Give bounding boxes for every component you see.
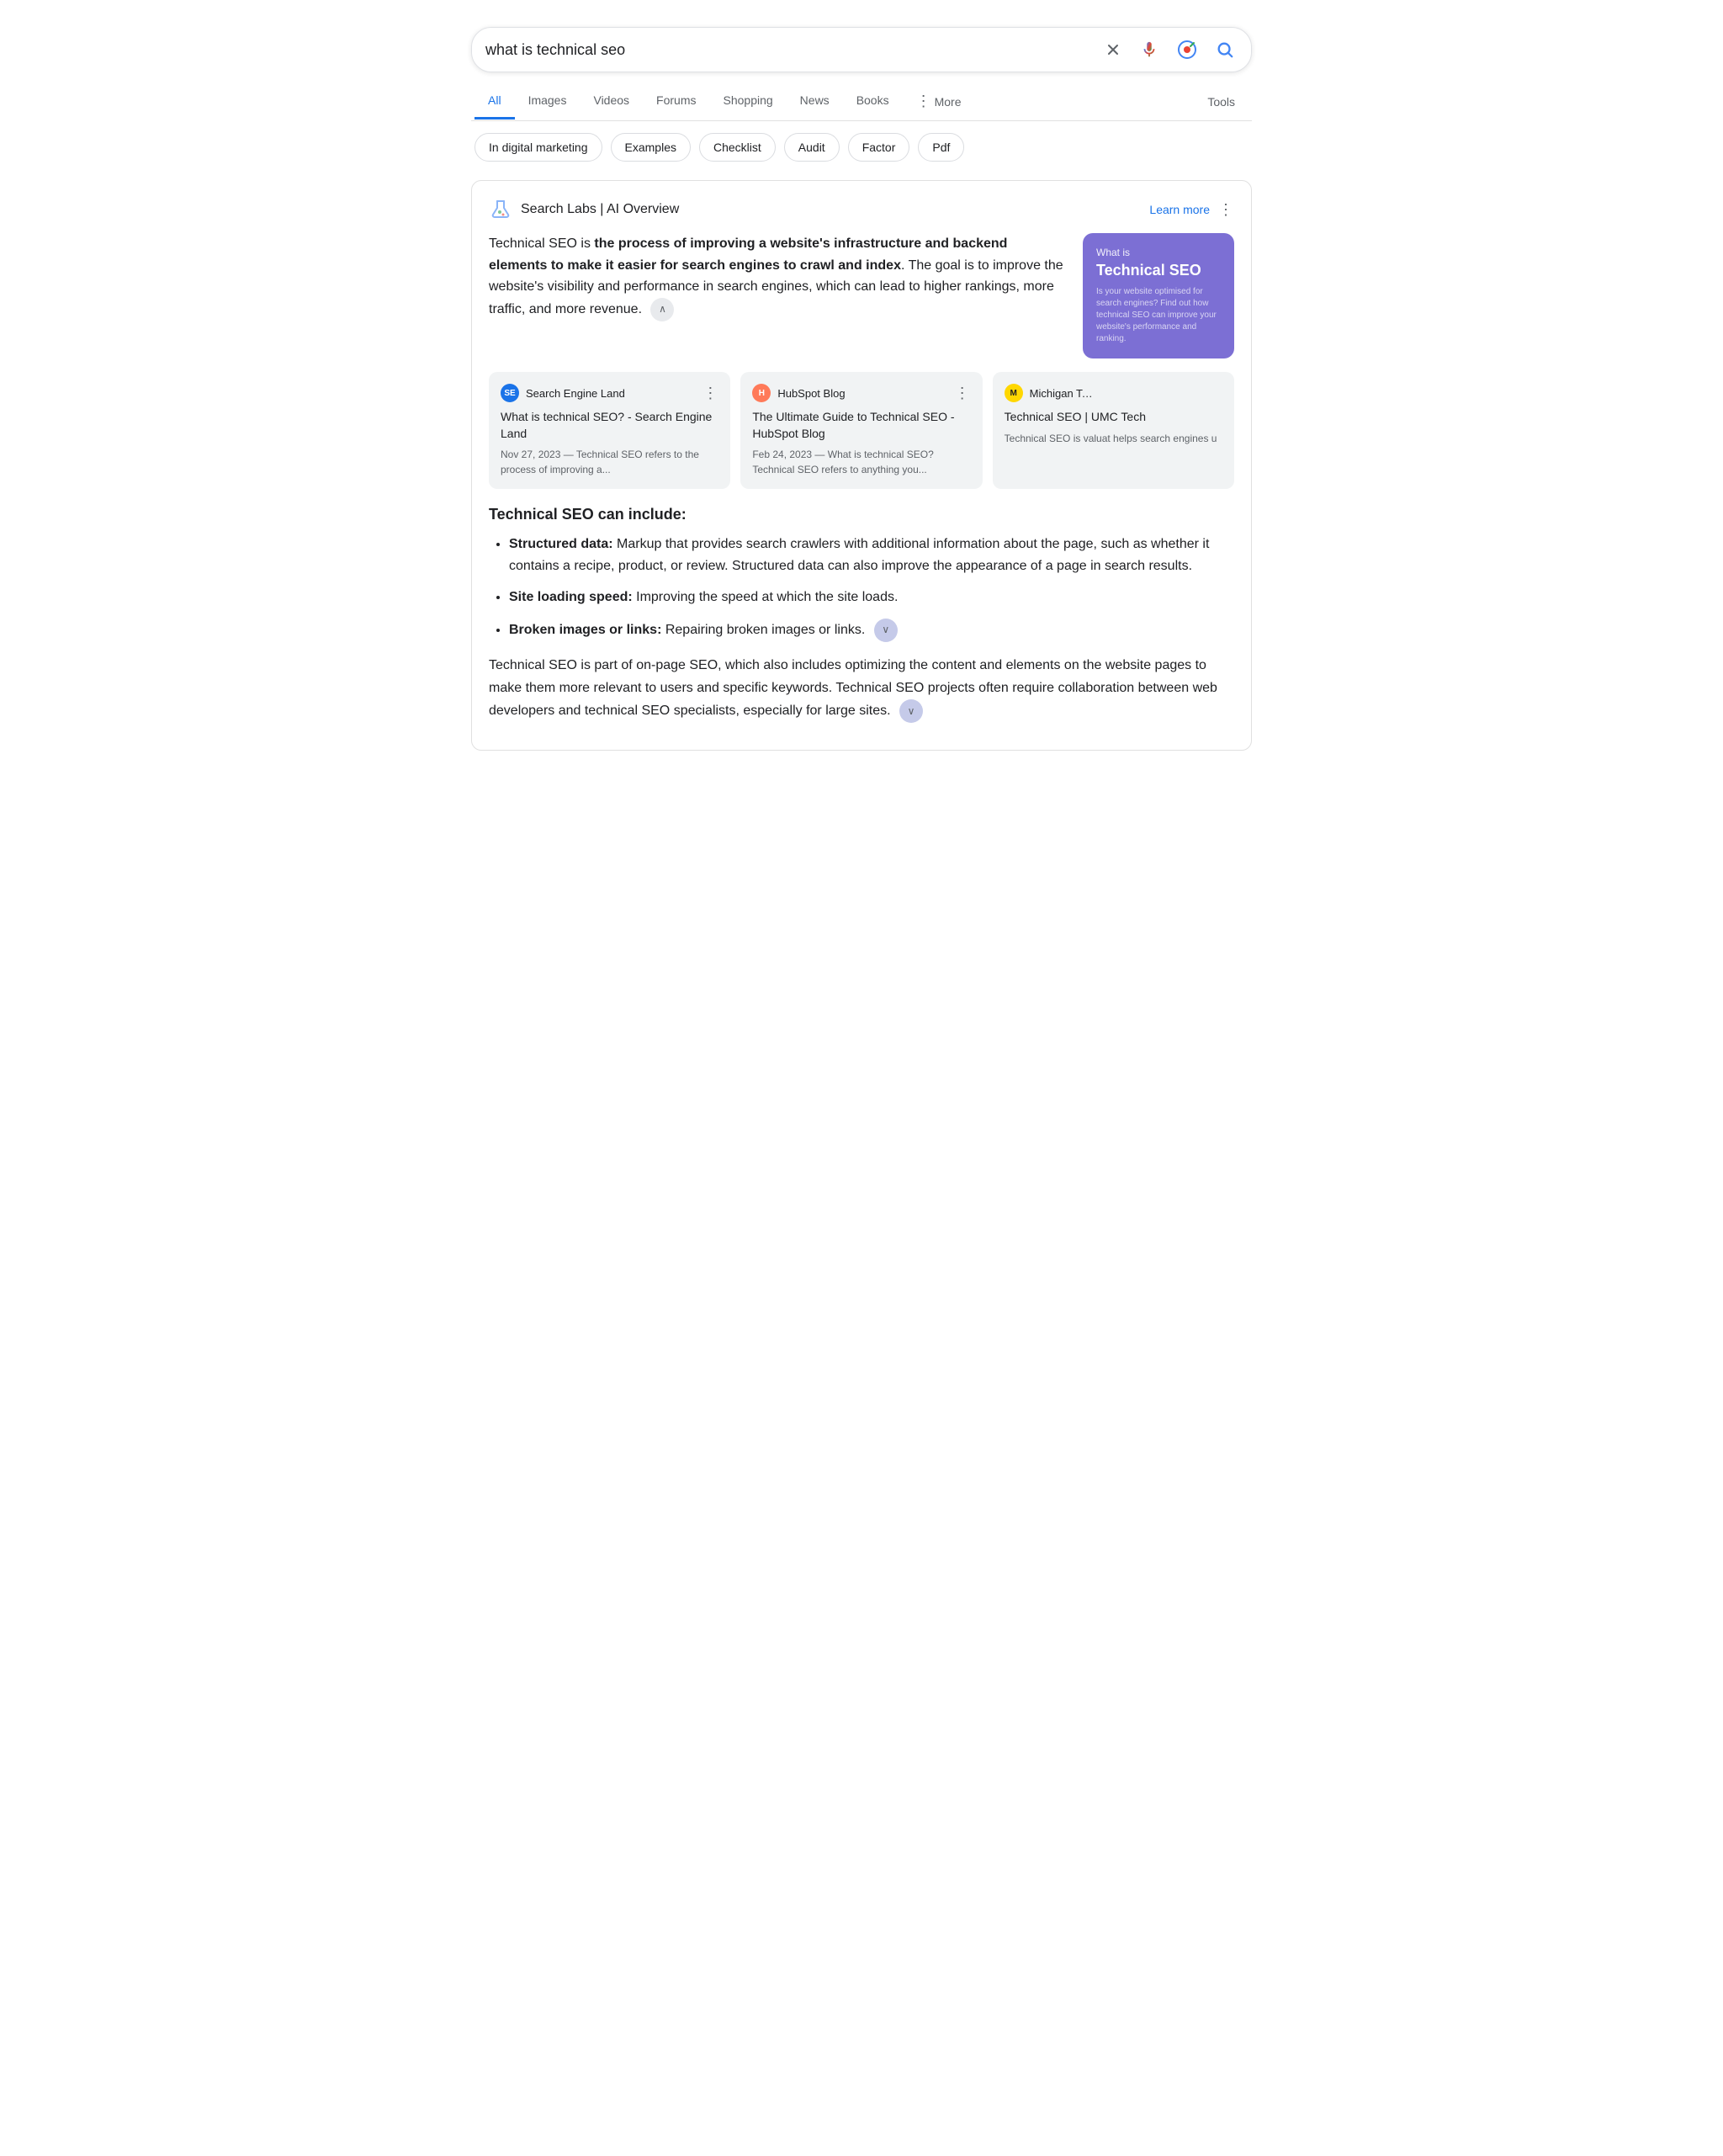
ai-overview-content: Technical SEO is the process of improvin… bbox=[489, 233, 1234, 358]
source-2-meta: Feb 24, 2023 — What is technical SEO? Te… bbox=[752, 447, 970, 477]
tab-videos[interactable]: Videos bbox=[580, 83, 643, 119]
source-card-2-site: H HubSpot Blog bbox=[752, 384, 845, 402]
source-3-name: Michigan Technolo bbox=[1030, 387, 1097, 400]
search-bar bbox=[471, 27, 1252, 72]
more-dots-icon: ⋮ bbox=[916, 93, 931, 110]
chip-factor[interactable]: Factor bbox=[848, 133, 910, 162]
tab-shopping[interactable]: Shopping bbox=[710, 83, 787, 119]
search-input[interactable] bbox=[485, 41, 1093, 59]
ai-more-options-icon[interactable]: ⋮ bbox=[1218, 201, 1234, 219]
source-3-title: Technical SEO | UMC Tech bbox=[1005, 409, 1222, 426]
source-card-2-header: H HubSpot Blog ⋮ bbox=[752, 384, 970, 402]
tab-images[interactable]: Images bbox=[515, 83, 581, 119]
bullet-1-text: Markup that provides search crawlers wit… bbox=[509, 537, 1209, 573]
tab-more[interactable]: ⋮ More bbox=[903, 82, 975, 120]
tools-button[interactable]: Tools bbox=[1194, 85, 1249, 119]
bottom-para-text: Technical SEO is part of on-page SEO, wh… bbox=[489, 658, 1217, 719]
ai-overview-text: Technical SEO is the process of improvin… bbox=[489, 233, 1069, 321]
bullet-3-key: Broken images or links: bbox=[509, 623, 661, 637]
bullet-2-key: Site loading speed: bbox=[509, 590, 633, 604]
search-labs-icon bbox=[489, 198, 512, 221]
search-icons bbox=[1101, 36, 1238, 63]
source-card-1[interactable]: SE Search Engine Land ⋮ What is technica… bbox=[489, 372, 730, 489]
source-2-favicon: H bbox=[752, 384, 771, 402]
clear-button[interactable] bbox=[1101, 38, 1125, 61]
source-3-favicon: M bbox=[1005, 384, 1023, 402]
bullet-item-3: Broken images or links: Repairing broken… bbox=[509, 619, 1234, 642]
source-card-3[interactable]: M Michigan Technolo Technical SEO | UMC … bbox=[993, 372, 1234, 489]
source-1-more-icon[interactable]: ⋮ bbox=[702, 385, 718, 402]
ai-header-left: Search Labs | AI Overview bbox=[489, 198, 679, 221]
learn-more-link[interactable]: Learn more bbox=[1149, 203, 1210, 216]
bullet-1-key: Structured data: bbox=[509, 537, 613, 551]
source-1-title: What is technical SEO? - Search Engine L… bbox=[501, 409, 718, 442]
source-card-3-site: M Michigan Technolo bbox=[1005, 384, 1097, 402]
card-title-small: What is bbox=[1096, 247, 1221, 258]
bullet-expand-button[interactable]: ∨ bbox=[874, 619, 898, 642]
source-card-1-header: SE Search Engine Land ⋮ bbox=[501, 384, 718, 402]
tab-news[interactable]: News bbox=[787, 83, 843, 119]
microphone-icon bbox=[1140, 40, 1158, 59]
search-button[interactable] bbox=[1212, 37, 1238, 62]
lens-icon bbox=[1177, 40, 1197, 60]
source-1-date: Nov 27, 2023 bbox=[501, 449, 560, 460]
filter-chips: In digital marketing Examples Checklist … bbox=[471, 121, 1252, 173]
chip-digital-marketing[interactable]: In digital marketing bbox=[474, 133, 602, 162]
bottom-expand-button[interactable]: ∨ bbox=[899, 699, 923, 723]
ai-image-card[interactable]: What is Technical SEO Is your website op… bbox=[1083, 233, 1234, 358]
bullet-item-2: Site loading speed: Improving the speed … bbox=[509, 587, 1234, 608]
ai-overview-title: Search Labs | AI Overview bbox=[521, 202, 679, 217]
source-1-favicon: SE bbox=[501, 384, 519, 402]
x-icon bbox=[1105, 41, 1121, 58]
card-title-big: Technical SEO bbox=[1096, 262, 1221, 279]
tab-forums[interactable]: Forums bbox=[643, 83, 709, 119]
source-cards: SE Search Engine Land ⋮ What is technica… bbox=[489, 372, 1234, 489]
search-icon bbox=[1216, 40, 1234, 59]
bullets-section-heading: Technical SEO can include: bbox=[489, 506, 1234, 523]
ai-overview-section: Search Labs | AI Overview Learn more ⋮ T… bbox=[471, 180, 1252, 751]
bullet-list: Structured data: Markup that provides se… bbox=[489, 534, 1234, 642]
source-1-name: Search Engine Land bbox=[526, 387, 625, 400]
chip-examples[interactable]: Examples bbox=[611, 133, 691, 162]
bottom-paragraph: Technical SEO is part of on-page SEO, wh… bbox=[489, 654, 1234, 723]
card-desc: Is your website optimised for search eng… bbox=[1096, 286, 1221, 345]
chip-pdf[interactable]: Pdf bbox=[918, 133, 964, 162]
source-1-meta: Nov 27, 2023 — Technical SEO refers to t… bbox=[501, 447, 718, 477]
bullet-item-1: Structured data: Markup that provides se… bbox=[509, 534, 1234, 576]
source-card-2[interactable]: H HubSpot Blog ⋮ The Ultimate Guide to T… bbox=[740, 372, 982, 489]
nav-tabs: All Images Videos Forums Shopping News B… bbox=[471, 82, 1252, 121]
source-3-meta: Technical SEO is valuat helps search eng… bbox=[1005, 431, 1222, 446]
source-2-more-icon[interactable]: ⋮ bbox=[955, 385, 971, 402]
source-2-title: The Ultimate Guide to Technical SEO - Hu… bbox=[752, 409, 970, 442]
source-2-date: Feb 24, 2023 bbox=[752, 449, 812, 460]
collapse-button[interactable]: ∧ bbox=[650, 298, 674, 321]
ai-text-part1: Technical SEO is bbox=[489, 236, 594, 251]
ai-overview-header: Search Labs | AI Overview Learn more ⋮ bbox=[489, 198, 1234, 221]
bullet-3-text: Repairing broken images or links. bbox=[661, 623, 865, 637]
chip-checklist[interactable]: Checklist bbox=[699, 133, 776, 162]
source-card-1-site: SE Search Engine Land bbox=[501, 384, 625, 402]
more-label: More bbox=[935, 95, 962, 109]
voice-search-button[interactable] bbox=[1137, 37, 1162, 62]
chip-audit[interactable]: Audit bbox=[784, 133, 840, 162]
source-3-snippet: Technical SEO is valuat helps search eng… bbox=[1005, 433, 1217, 444]
tab-all[interactable]: All bbox=[474, 83, 515, 119]
source-card-3-header: M Michigan Technolo bbox=[1005, 384, 1222, 402]
source-2-name: HubSpot Blog bbox=[777, 387, 845, 400]
tab-books[interactable]: Books bbox=[843, 83, 903, 119]
ai-header-right: Learn more ⋮ bbox=[1149, 201, 1234, 219]
bullet-2-text: Improving the speed at which the site lo… bbox=[633, 590, 899, 604]
lens-search-button[interactable] bbox=[1174, 36, 1201, 63]
